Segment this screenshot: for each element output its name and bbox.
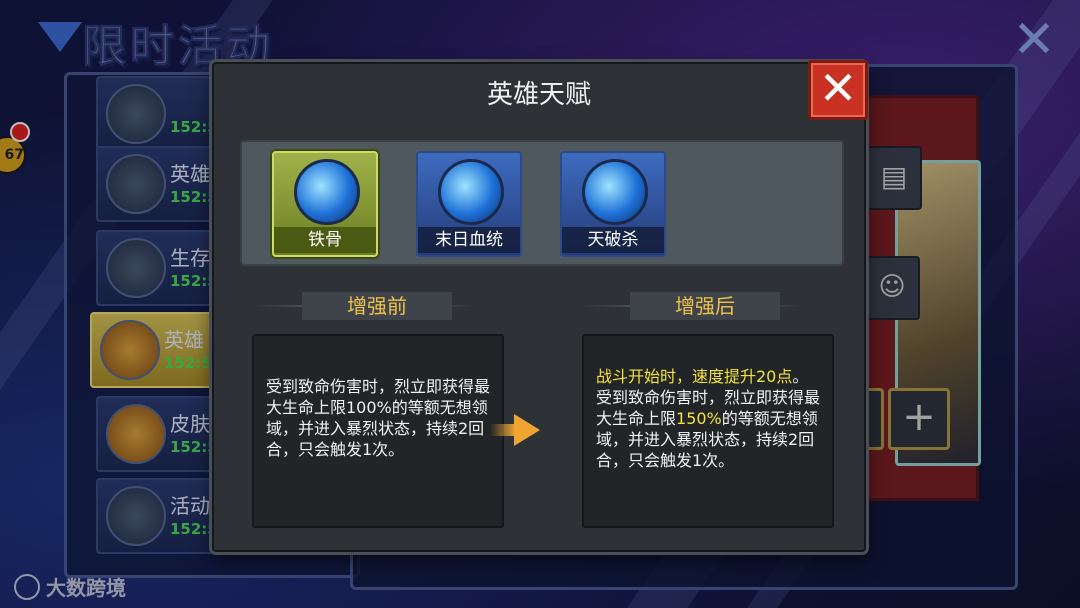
- after-description: 战斗开始时，速度提升20点。受到致命伤害时，烈立即获得最大生命上限150%的等额…: [596, 367, 821, 470]
- talent-label: 天破杀: [562, 227, 664, 253]
- after-value-highlight: 150%: [676, 409, 722, 428]
- arrow-tail: [490, 424, 516, 436]
- before-description: 受到致命伤害时，烈立即获得最大生命上限100%的等额无想领域，并进入暴烈状态，持…: [266, 377, 491, 459]
- game-background: 限时活动 ✕ 67 152:5 英雄 152:5 生存 152:5 英雄 152…: [0, 0, 1080, 608]
- arrow-right-icon: [514, 414, 540, 446]
- close-button[interactable]: ✕: [808, 60, 868, 120]
- burst-orb-icon: [582, 159, 648, 225]
- before-description-box: 受到致命伤害时，烈立即获得最大生命上限100%的等额无想领域，并进入暴烈状态，持…: [252, 334, 504, 528]
- talent-tab-tiegu[interactable]: 铁骨: [272, 151, 378, 257]
- dialog-title: 英雄天赋: [486, 80, 591, 110]
- talent-tab-tianpo-sha[interactable]: 天破杀: [560, 151, 666, 257]
- before-header: 增强前: [302, 292, 452, 320]
- after-highlight: 战斗开始时，速度提升20点: [596, 367, 793, 386]
- after-description-box: 战斗开始时，速度提升20点。受到致命伤害时，烈立即获得最大生命上限150%的等额…: [582, 334, 834, 528]
- talent-label: 铁骨: [274, 227, 376, 253]
- wolf-orb-icon: [294, 159, 360, 225]
- after-header: 增强后: [630, 292, 780, 320]
- talent-tab-bar: 铁骨 末日血统 天破杀: [240, 140, 844, 266]
- hero-talent-dialog: 英雄天赋 ✕ 铁骨 末日血统 天破杀 增强前 增强后 受到致命伤害时，烈立即获得…: [212, 60, 868, 552]
- talent-tab-mori-xuetong[interactable]: 末日血统: [416, 151, 522, 257]
- hero-portrait-orb-icon: [438, 159, 504, 225]
- talent-label: 末日血统: [418, 227, 520, 253]
